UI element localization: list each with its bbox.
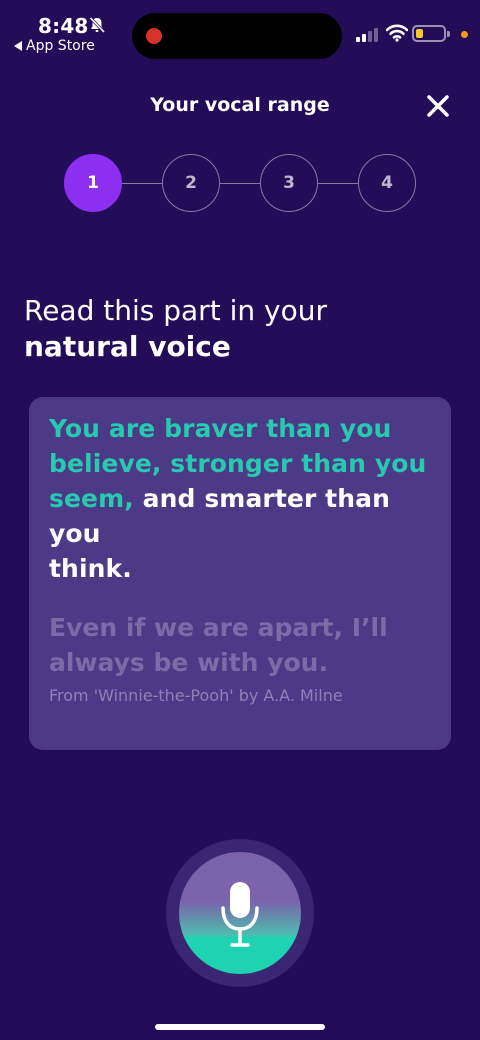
recording-dot-icon [146,28,162,44]
instruction-line-1: Read this part in your [24,294,327,327]
quote-card: You are braver than you believe, stronge… [29,397,451,750]
current-passage: You are braver than you believe, stronge… [49,411,431,586]
upcoming-line: always be with you. [49,648,328,677]
read-text: seem, [49,484,134,513]
microphone-icon [221,882,259,947]
page-title: Your vocal range [150,94,330,116]
read-text: believe, stronger than you [49,449,427,478]
step-3: 3 [260,154,318,212]
battery-fill [416,29,423,38]
quote-attribution: From 'Winnie-the-Pooh' by A.A. Milne [49,686,343,705]
back-to-app-store[interactable]: App Store [14,38,95,54]
step-connector [318,183,358,184]
battery-icon [412,25,450,42]
cellular-signal-icon [356,28,378,42]
step-1: 1 [64,154,122,212]
step-connector [122,183,162,184]
instruction-line-2: natural voice [24,330,231,363]
step-4: 4 [358,154,416,212]
upcoming-passage: Even if we are apart, I’ll always be wit… [49,610,431,680]
screen: 8:48 App Store Your vocal range 1 2 3 4 … [0,0,480,1040]
battery-nub [447,31,450,37]
status-time: 8:48 [38,14,89,38]
microphone-button[interactable] [166,839,314,987]
mic-level-indicator [179,852,301,974]
unread-text: think. [49,554,132,583]
close-icon[interactable] [422,90,454,122]
dynamic-island [132,13,342,59]
camera-in-use-dot [461,31,468,38]
back-app-label: App Store [26,38,95,54]
instruction-text: Read this part in your natural voice [24,293,327,365]
bell-slash-icon [89,16,106,34]
step-2: 2 [162,154,220,212]
upcoming-line: Even if we are apart, I’ll [49,613,388,642]
step-connector [220,183,260,184]
home-indicator[interactable] [155,1024,325,1030]
wifi-icon [386,24,408,42]
progress-stepper: 1 2 3 4 [64,154,418,214]
read-text: You are braver than you [49,414,392,443]
back-triangle-icon [14,41,22,51]
